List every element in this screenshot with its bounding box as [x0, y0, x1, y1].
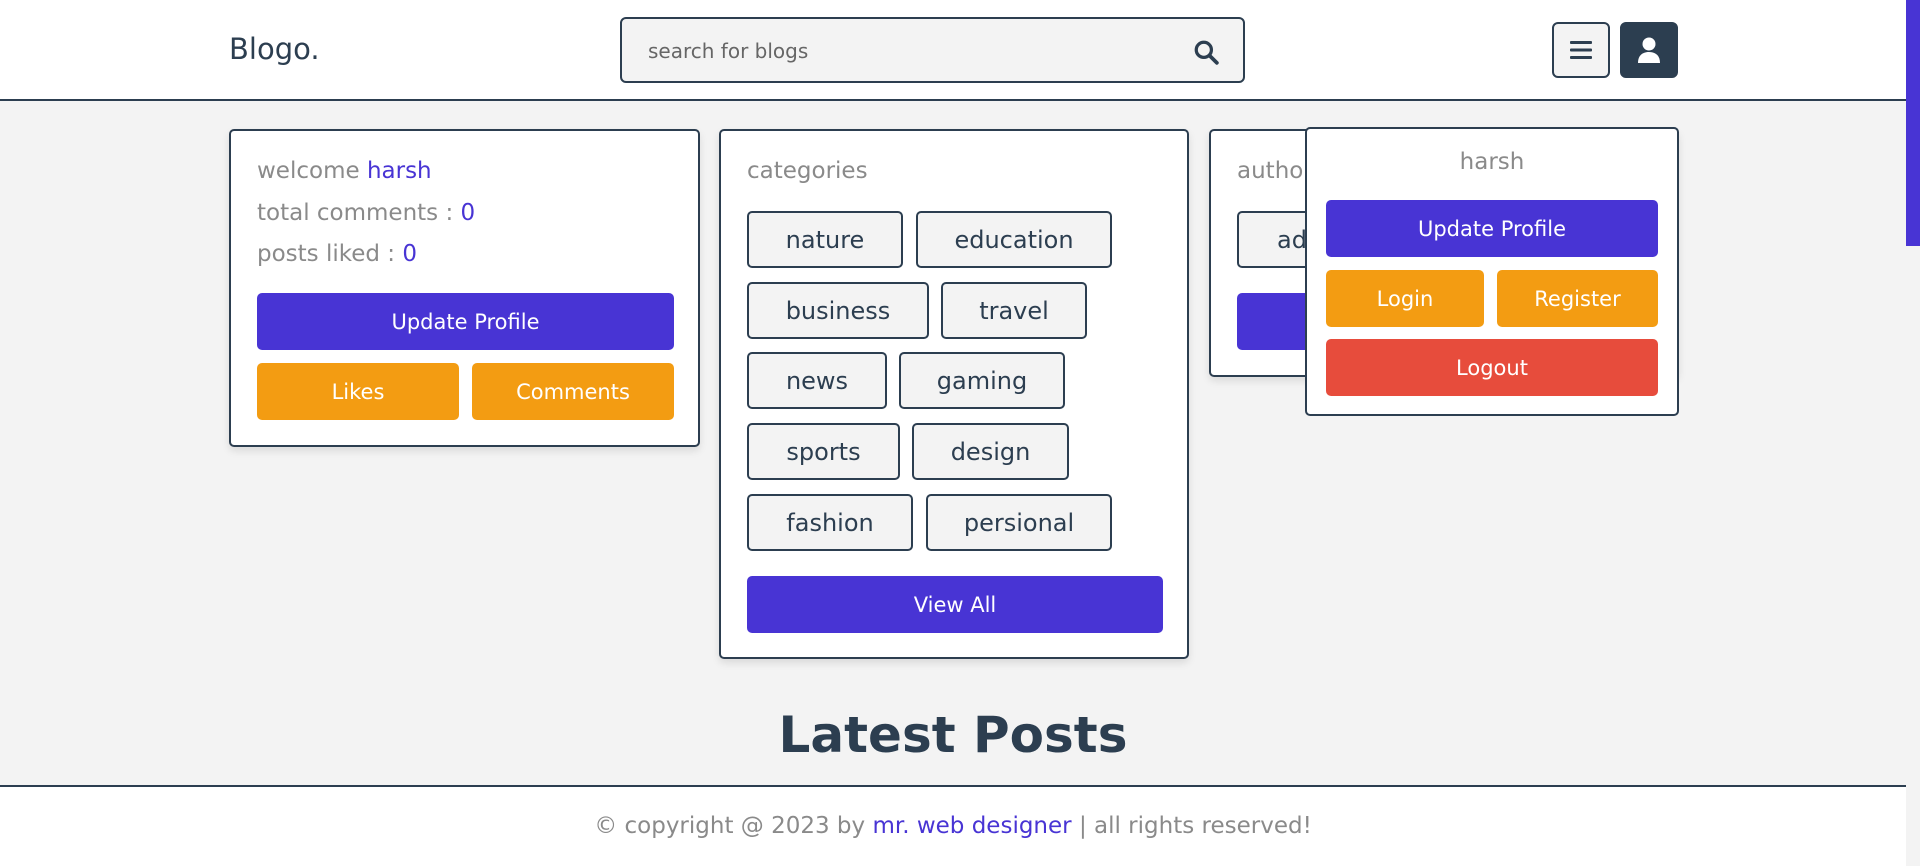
- total-comments-value: 0: [460, 200, 476, 226]
- welcome-card: welcome harsh total comments : 0 posts l…: [229, 129, 700, 447]
- tag-travel[interactable]: travel: [941, 282, 1087, 339]
- footer-author-link[interactable]: mr. web designer: [872, 813, 1071, 839]
- logo[interactable]: Blogo.: [229, 32, 320, 66]
- header: Blogo.: [0, 0, 1906, 101]
- tag-nature[interactable]: nature: [747, 211, 903, 268]
- user-button[interactable]: [1620, 22, 1678, 78]
- footer-prefix: © copyright @ 2023 by: [594, 813, 866, 839]
- user-icon: [1638, 37, 1660, 63]
- menu-button[interactable]: [1552, 22, 1610, 78]
- tag-fashion[interactable]: fashion: [747, 494, 913, 551]
- scrollbar-thumb[interactable]: [1906, 0, 1920, 246]
- profile-dropdown: harsh Update Profile Login Register Logo…: [1305, 127, 1679, 416]
- profile-name: harsh: [1459, 149, 1525, 175]
- tag-business[interactable]: business: [747, 282, 929, 339]
- search-icon[interactable]: [1193, 39, 1219, 65]
- hamburger-menu-icon: [1570, 41, 1592, 59]
- posts-liked-label: posts liked :: [257, 241, 396, 267]
- dropdown-update-profile-button[interactable]: Update Profile: [1326, 200, 1658, 257]
- total-comments-line: total comments : 0: [257, 200, 475, 226]
- tag-sports[interactable]: sports: [747, 423, 900, 480]
- categories-card: categories nature education business tra…: [719, 129, 1189, 659]
- welcome-label: welcome: [257, 158, 360, 184]
- footer: © copyright @ 2023 by mr. web designer |…: [0, 785, 1906, 866]
- categories-title: categories: [747, 158, 868, 184]
- likes-button[interactable]: Likes: [257, 363, 459, 420]
- update-profile-button[interactable]: Update Profile: [257, 293, 674, 350]
- tag-persional[interactable]: persional: [926, 494, 1112, 551]
- register-button[interactable]: Register: [1497, 270, 1658, 327]
- tag-education[interactable]: education: [916, 211, 1112, 268]
- search-form: [620, 17, 1245, 83]
- search-input[interactable]: [646, 19, 1170, 83]
- authors-title: autho: [1237, 158, 1304, 184]
- total-comments-label: total comments :: [257, 200, 454, 226]
- login-button[interactable]: Login: [1326, 270, 1484, 327]
- latest-posts-heading: Latest Posts: [778, 706, 1128, 764]
- tag-design[interactable]: design: [912, 423, 1069, 480]
- tag-gaming[interactable]: gaming: [899, 352, 1065, 409]
- welcome-line: welcome harsh: [257, 158, 432, 184]
- view-all-button[interactable]: View All: [747, 576, 1163, 633]
- comments-button[interactable]: Comments: [472, 363, 674, 420]
- logout-button[interactable]: Logout: [1326, 339, 1658, 396]
- footer-suffix: | all rights reserved!: [1078, 813, 1312, 839]
- footer-credit: © copyright @ 2023 by mr. web designer |…: [0, 813, 1906, 839]
- posts-liked-line: posts liked : 0: [257, 241, 417, 267]
- username: harsh: [366, 158, 432, 184]
- tag-news[interactable]: news: [747, 352, 887, 409]
- posts-liked-value: 0: [402, 241, 418, 267]
